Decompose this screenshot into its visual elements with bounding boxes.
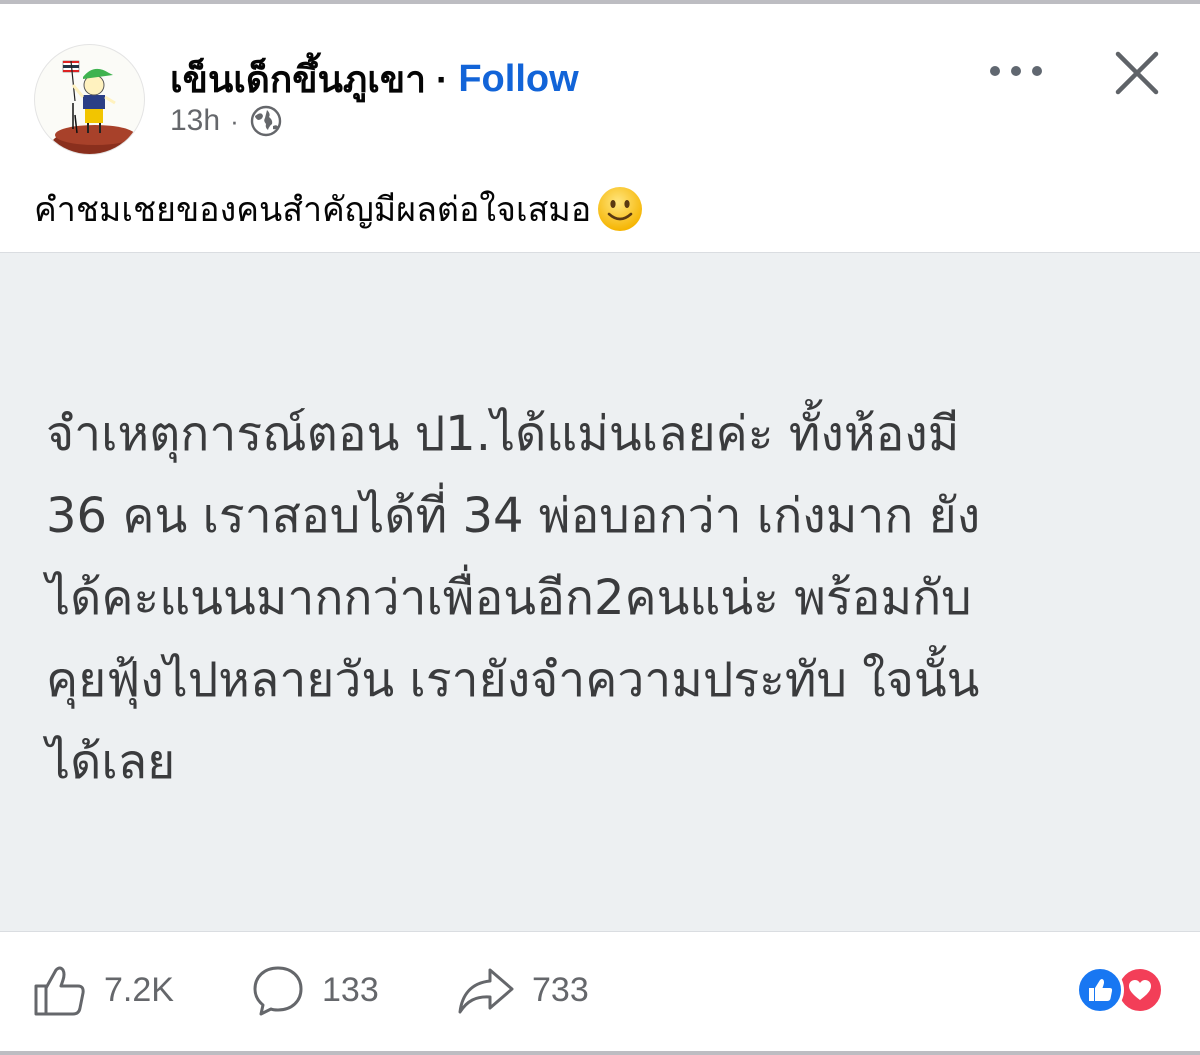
comment-count: 133 — [322, 970, 379, 1009]
post-meta: 13h · — [170, 104, 283, 138]
comment-button[interactable]: 133 — [250, 962, 379, 1018]
more-dot-icon — [1011, 66, 1021, 76]
follow-button[interactable]: Follow — [458, 58, 578, 101]
share-count: 733 — [532, 970, 589, 1009]
name-separator: · — [436, 58, 449, 100]
post-caption: คำชมเชยของคนสำคัญมีผลต่อใจเสมอ — [34, 182, 645, 236]
thumbs-up-icon — [34, 966, 85, 1016]
author-avatar[interactable] — [34, 44, 145, 155]
more-dot-icon — [990, 66, 1000, 76]
meta-separator: · — [230, 105, 239, 136]
heart-icon — [1129, 980, 1151, 1000]
author-row: เข็นเด็กขึ้นภูเขา · Follow — [170, 50, 579, 109]
post-card: เข็นเด็กขึ้นภูเขา · Follow 13h · คำชมเชย… — [0, 0, 1200, 1055]
post-header: เข็นเด็กขึ้นภูเขา · Follow 13h · — [0, 4, 1200, 155]
post-image[interactable]: จำเหตุการณ์ตอน ป1.ได้แม่นเลยค่ะ ทั้งห้อง… — [0, 252, 1200, 932]
share-arrow-icon — [458, 968, 514, 1014]
globe-icon[interactable] — [249, 104, 283, 138]
like-button[interactable]: 7.2K — [32, 962, 174, 1018]
author-name[interactable]: เข็นเด็กขึ้นภูเขา — [170, 50, 426, 109]
share-button[interactable]: 733 — [456, 962, 589, 1018]
avatar-illustration-icon — [49, 60, 141, 154]
like-count: 7.2K — [104, 970, 174, 1009]
thumbs-up-icon — [1089, 979, 1113, 1001]
slightly-smiling-face-icon — [598, 187, 643, 231]
more-options-button[interactable] — [990, 54, 1042, 88]
caption-text: คำชมเชยของคนสำคัญมีผลต่อใจเสมอ — [34, 190, 592, 230]
image-text: จำเหตุการณ์ตอน ป1.ได้แม่นเลยค่ะ ทั้งห้อง… — [46, 406, 981, 790]
comment-bubble-icon — [253, 966, 303, 1016]
action-bar: 7.2K 133 733 — [0, 932, 1200, 1050]
close-icon[interactable] — [1112, 48, 1162, 98]
more-dot-icon — [1032, 66, 1042, 76]
like-reaction-icon — [1076, 966, 1124, 1014]
reactions-summary[interactable] — [1076, 966, 1170, 1016]
post-timestamp[interactable]: 13h — [170, 104, 220, 138]
